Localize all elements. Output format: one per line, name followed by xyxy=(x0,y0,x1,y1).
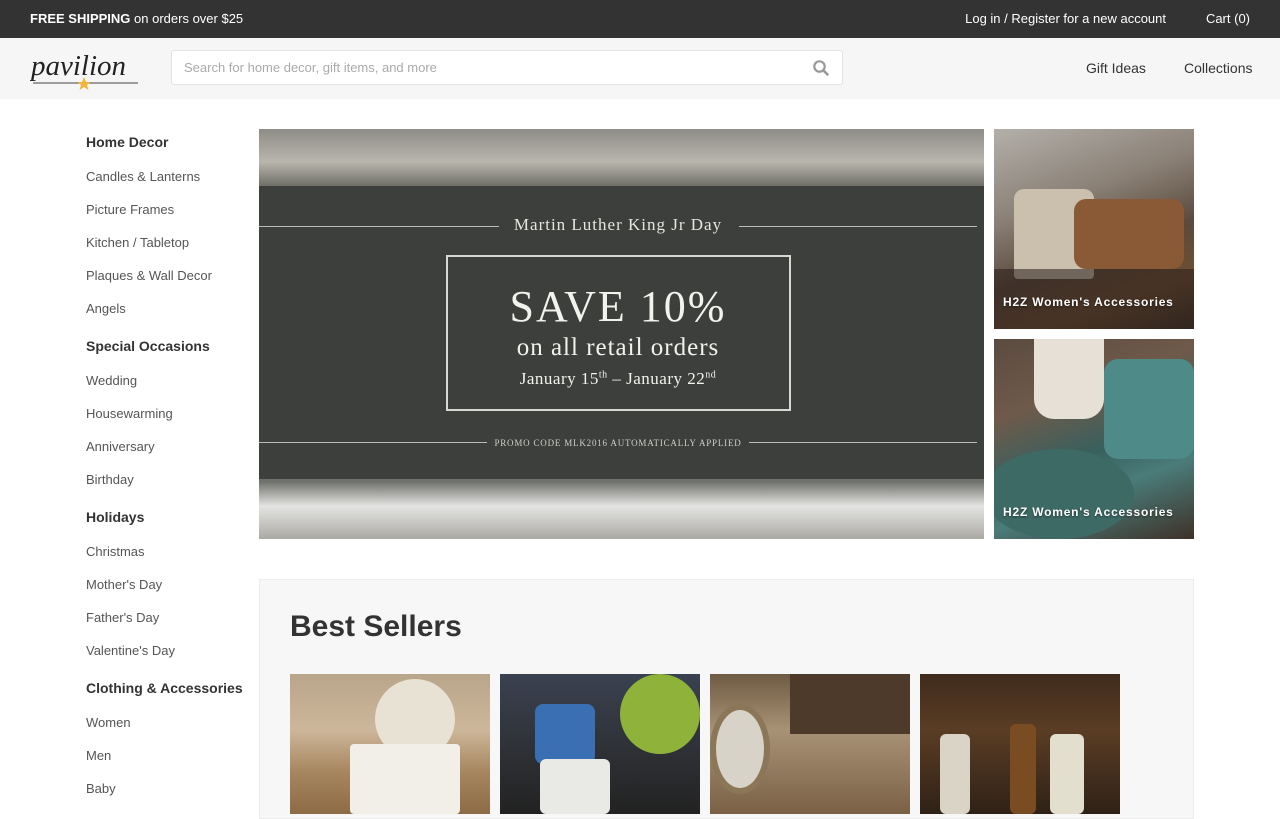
free-shipping-text: on orders over $25 xyxy=(130,11,244,26)
frame-image xyxy=(710,704,770,794)
site-header: pavilion Gift Ideas Collections xyxy=(0,38,1280,99)
box-image xyxy=(790,674,910,734)
sidebar-item-angels[interactable]: Angels xyxy=(86,292,246,325)
free-shipping-label: FREE SHIPPING xyxy=(30,11,131,26)
sidebar-heading-clothing-accessories[interactable]: Clothing & Accessories xyxy=(86,674,246,702)
product-card[interactable] xyxy=(920,674,1120,814)
hero-date-end-suffix: nd xyxy=(705,369,717,381)
promo-tile-caption: H2Z Women's Accessories xyxy=(1003,505,1174,519)
product-card[interactable] xyxy=(290,674,490,814)
promo-tile-accessories[interactable]: H2Z Women's Accessories xyxy=(994,129,1194,329)
hero-date-end: – January 22 xyxy=(607,369,706,388)
category-sidebar: Home Decor Candles & Lanterns Picture Fr… xyxy=(86,128,246,812)
sidebar-item-picture-frames[interactable]: Picture Frames xyxy=(86,193,246,226)
plate-image xyxy=(994,449,1134,539)
sidebar-item-plaques-wall-decor[interactable]: Plaques & Wall Decor xyxy=(86,259,246,292)
sidebar-heading-home-decor[interactable]: Home Decor xyxy=(86,128,246,156)
best-sellers-section: Best Sellers xyxy=(259,579,1194,819)
hero-promo-code: PROMO CODE MLK2016 AUTOMATICALLY APPLIED xyxy=(494,438,742,448)
hero-date-start-suffix: th xyxy=(598,369,608,381)
dish-image xyxy=(350,744,460,814)
bottle-image xyxy=(1010,724,1036,814)
mug-image xyxy=(1104,359,1194,459)
sidebar-item-women[interactable]: Women xyxy=(86,706,246,739)
hero-date-start: January 15 xyxy=(519,369,599,388)
sidebar-heading-special-occasions[interactable]: Special Occasions xyxy=(86,332,246,360)
sidebar-group-clothing-accessories: Clothing & Accessories Women Men Baby xyxy=(86,674,246,805)
promo-tile-caption: H2Z Women's Accessories xyxy=(1003,295,1174,309)
sidebar-group-holidays: Holidays Christmas Mother's Day Father's… xyxy=(86,503,246,667)
login-register-link[interactable]: Log in / Register for a new account xyxy=(965,11,1166,26)
top-bar: FREE SHIPPING on orders over $25 Log in … xyxy=(0,0,1280,38)
pavilion-logo[interactable]: pavilion xyxy=(30,44,142,92)
fan-image xyxy=(620,674,700,754)
sidebar-item-birthday[interactable]: Birthday xyxy=(86,463,246,496)
free-shipping-banner: FREE SHIPPING on orders over $25 xyxy=(30,11,243,26)
figure-image xyxy=(535,704,595,764)
nav-gift-ideas[interactable]: Gift Ideas xyxy=(1086,60,1146,76)
mug-image xyxy=(1034,339,1104,419)
sidebar-item-mothers-day[interactable]: Mother's Day xyxy=(86,568,246,601)
glass-image xyxy=(1050,734,1084,814)
search-icon[interactable] xyxy=(812,59,830,77)
best-sellers-title: Best Sellers xyxy=(290,610,462,643)
logo-text: pavilion xyxy=(30,50,126,82)
product-card[interactable] xyxy=(710,674,910,814)
hero-save-text: SAVE 10% xyxy=(509,282,727,331)
search-bar xyxy=(171,50,843,85)
hero-subline: on all retail orders xyxy=(516,334,720,361)
sidebar-item-baby[interactable]: Baby xyxy=(86,772,246,805)
sidebar-item-kitchen-tabletop[interactable]: Kitchen / Tabletop xyxy=(86,226,246,259)
handbag-image xyxy=(1074,199,1184,269)
promo-tile-accessories[interactable]: H2Z Women's Accessories xyxy=(994,339,1194,539)
hero-banner[interactable]: Martin Luther King Jr Day SAVE 10% on al… xyxy=(259,129,984,539)
cart-link[interactable]: Cart (0) xyxy=(1206,11,1250,26)
hero-heading: Martin Luther King Jr Day xyxy=(513,215,723,234)
sidebar-item-men[interactable]: Men xyxy=(86,739,246,772)
sidebar-item-housewarming[interactable]: Housewarming xyxy=(86,397,246,430)
hero-dates: January 15th – January 22nd xyxy=(259,369,977,389)
search-input[interactable] xyxy=(184,51,794,84)
mug-image xyxy=(540,759,610,814)
glass-image xyxy=(940,734,970,814)
sidebar-item-valentines-day[interactable]: Valentine's Day xyxy=(86,634,246,667)
sidebar-group-special-occasions: Special Occasions Wedding Housewarming A… xyxy=(86,332,246,496)
sidebar-item-wedding[interactable]: Wedding xyxy=(86,364,246,397)
sidebar-item-christmas[interactable]: Christmas xyxy=(86,535,246,568)
sidebar-item-anniversary[interactable]: Anniversary xyxy=(86,430,246,463)
nav-collections[interactable]: Collections xyxy=(1184,60,1252,76)
sidebar-item-fathers-day[interactable]: Father's Day xyxy=(86,601,246,634)
sidebar-heading-holidays[interactable]: Holidays xyxy=(86,503,246,531)
sidebar-item-candles-lanterns[interactable]: Candles & Lanterns xyxy=(86,160,246,193)
product-card[interactable] xyxy=(500,674,700,814)
sidebar-group-home-decor: Home Decor Candles & Lanterns Picture Fr… xyxy=(86,128,246,325)
